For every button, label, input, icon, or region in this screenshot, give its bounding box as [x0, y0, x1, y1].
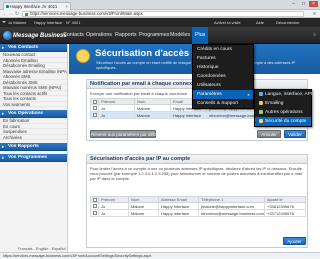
submenu-label: Langue, interface, API	[265, 92, 313, 97]
browser-menu-icon[interactable]: ≡	[313, 11, 316, 17]
minimize-icon[interactable]: –	[289, 1, 298, 7]
main-navigation: Message Business Contacts Opérations Rap…	[0, 27, 320, 44]
close-window-icon[interactable]: ×	[309, 1, 318, 7]
cell: Happy Interface	[158, 209, 199, 217]
browser-status-bar: https://services.message-business.com/v3…	[0, 252, 320, 259]
gear-icon	[259, 109, 263, 114]
reload-icon[interactable]: ↻	[14, 11, 20, 17]
plus-menu: Crédits en cours Factures Historique Coo…	[192, 44, 254, 109]
lock-icon	[25, 13, 28, 16]
logo-icon	[3, 31, 12, 40]
cell: Malone	[134, 104, 171, 112]
cell: Jo	[98, 111, 135, 119]
cell: Malone	[128, 202, 159, 210]
favicon-icon	[5, 4, 9, 8]
row-checkbox[interactable]	[90, 111, 99, 119]
user-name[interactable]: Jo Malone	[8, 18, 26, 27]
nav-programmes[interactable]: Programmes	[139, 27, 169, 44]
tab-title: Happy Interface JV 4021	[10, 4, 58, 9]
submenu-label: Sécurité du compte	[265, 119, 307, 124]
envelope-icon	[259, 100, 263, 105]
sidebar-section-programmes[interactable]: Vos Programmes	[0, 154, 67, 162]
logo-text: Message Business	[13, 32, 67, 39]
account-dropdown-icon[interactable]	[2, 21, 6, 23]
cancel-button[interactable]: Annuler	[257, 130, 281, 138]
submenu-item-emailing[interactable]: Emailing	[255, 99, 311, 108]
menu-item-parametres[interactable]: Paramètres	[193, 90, 253, 99]
cell: Jo	[98, 202, 129, 210]
window-controls: – □ ×	[289, 1, 318, 8]
search-icon[interactable]: ⌕	[313, 32, 316, 38]
panel-title: Sécurisation d'accès par IP au compte	[87, 155, 307, 164]
reset-defaults-button[interactable]: Revenir aux paramètres par défaut	[90, 130, 161, 138]
submenu-item-security[interactable]: Sécurité du compte	[255, 117, 311, 126]
submenu-item-operations[interactable]: Autres opérations	[255, 108, 311, 117]
menu-item-factures[interactable]: Factures	[193, 54, 253, 63]
cell: +33612345678	[263, 202, 307, 210]
logo[interactable]: Message Business	[3, 30, 67, 41]
ip-table: Prénom Nom Adresse Email Téléphone 1 Ajo…	[90, 196, 307, 217]
tour-link[interactable]: Activer la visite	[214, 18, 241, 27]
nav-contacts[interactable]: Contacts	[63, 27, 84, 44]
help-link[interactable]: Aide	[256, 18, 264, 27]
url-text: https://services.message-business.com/v3…	[30, 11, 143, 16]
sidebar-section-contacts[interactable]: Vos Contacts	[0, 44, 67, 52]
cell: Malone	[134, 111, 171, 119]
ip-security-panel: Sécurisation d'accès par IP au compte Po…	[86, 154, 308, 248]
submenu-item-language[interactable]: Langue, interface, API	[255, 90, 313, 99]
browser-toolbar: ← → ↻ https://services.message-business.…	[0, 10, 320, 18]
account-name: Happy Interface	[34, 20, 63, 25]
sidebar: Vos Contacts Nouveau contact Abonnés Ema…	[0, 44, 68, 252]
row-checkbox[interactable]	[90, 202, 99, 210]
tab-close-icon[interactable]: ×	[65, 3, 68, 10]
table-row[interactable]: Jo Malone Happy Interface nthornton@mess…	[90, 209, 307, 217]
menu-item-coordonnees[interactable]: Coordonnées	[193, 72, 253, 81]
cell: Malone	[128, 209, 159, 217]
cell: +33712345678	[263, 209, 307, 217]
security-icon	[76, 49, 90, 63]
browser-tab[interactable]: Happy Interface JV 4021 ×	[3, 2, 71, 10]
submenu-label: Emailing	[265, 101, 284, 106]
cell: Jo	[98, 104, 135, 112]
cell: nthornton@message-business.com	[198, 209, 265, 217]
parametres-submenu: Langue, interface, API Emailing Autres o…	[254, 89, 312, 127]
row-checkbox[interactable]	[90, 209, 99, 217]
cell: Happy Interface	[158, 202, 199, 210]
validate-button[interactable]: Valider	[284, 130, 306, 138]
account-id: N° 4021	[66, 20, 81, 25]
browser-tabstrip: Happy Interface JV 4021 × – □ ×	[0, 0, 320, 10]
nav-modeles[interactable]: Modèles	[170, 27, 190, 44]
menu-item-support[interactable]: Conseils & Support	[193, 99, 253, 108]
add-button[interactable]: Ajouter	[283, 237, 306, 245]
menu-item-historique[interactable]: Historique	[193, 63, 253, 72]
sidebar-section-rapports[interactable]: Vos Rapports	[0, 143, 67, 151]
shield-icon	[259, 118, 263, 123]
nav-rapports[interactable]: Rapports	[115, 27, 137, 44]
cell: Jo	[98, 209, 129, 217]
cell: Happy Interface	[170, 111, 207, 119]
nav-operations[interactable]: Opérations	[86, 27, 112, 44]
maximize-icon[interactable]: □	[299, 1, 308, 7]
table-row[interactable]: Jo Malone Happy Interface jmalone@happyi…	[90, 202, 307, 210]
panel-text: Pour limiter l'accès à ce compte à une o…	[90, 166, 304, 181]
submenu-label: Autres opérations	[265, 110, 303, 115]
nav-plus[interactable]: Plus	[192, 27, 209, 44]
account-bar: Jo Malone Happy Interface N° 4021 Active…	[0, 18, 320, 27]
logout-link[interactable]: Déconnexion	[276, 18, 299, 27]
menu-item-credits[interactable]: Crédits en cours	[193, 45, 253, 54]
language-links[interactable]: Français - English - Español	[18, 247, 65, 251]
cell: jmalone@happyinterface.com	[198, 202, 265, 210]
sidebar-section-operations[interactable]: Vos Opérations	[0, 110, 67, 118]
row-checkbox[interactable]	[90, 104, 99, 112]
address-bar[interactable]: https://services.message-business.com/v3…	[22, 11, 304, 17]
globe-icon	[259, 91, 263, 96]
menu-item-utilisateurs[interactable]: Utilisateurs	[193, 81, 253, 90]
